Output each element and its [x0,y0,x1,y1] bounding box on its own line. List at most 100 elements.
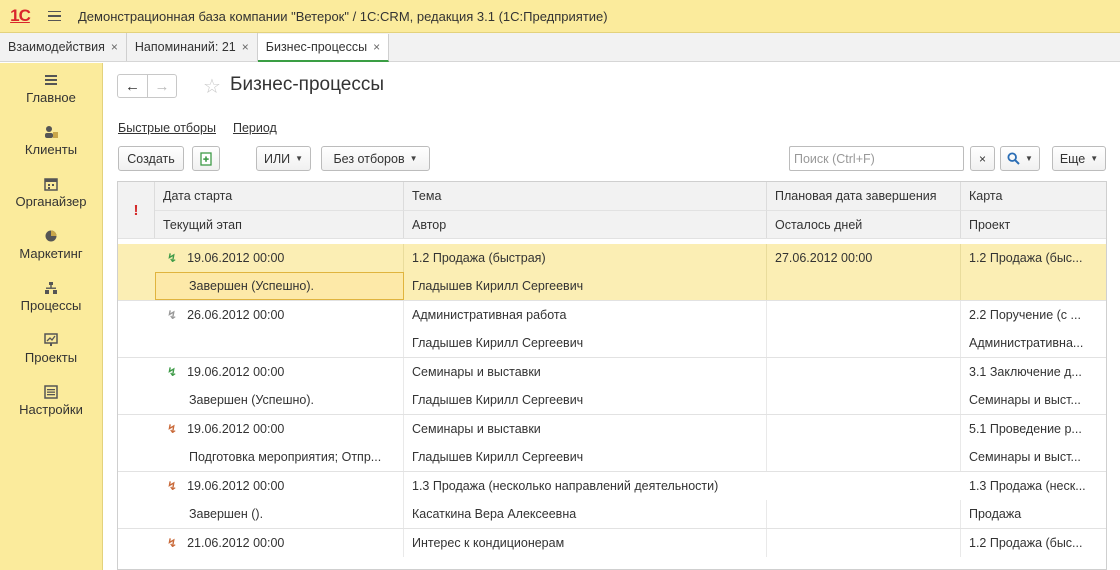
favorite-star-icon[interactable]: ☆ [203,74,221,99]
start-date-value: 19.06.2012 00:00 [187,479,285,493]
author-cell[interactable]: Гладышев Кирилл Сергеевич [404,443,767,471]
stage-cell[interactable]: Подготовка мероприятия; Отпр... [155,443,404,471]
map-cell[interactable]: 2.2 Поручение (с ... [961,301,1106,329]
days-left-cell[interactable] [767,329,961,357]
author-cell[interactable]: Касаткина Вера Алексеевна [404,500,767,528]
map-header[interactable]: Карта [961,182,1106,210]
table-row[interactable]: ↯ 19.06.2012 00:00 Семинары и выставки 5.… [118,415,1106,472]
business-process-icon: ↯ [167,479,178,493]
topic-cell[interactable]: 1.3 Продажа (несколько направлений деяте… [404,472,961,500]
author-header[interactable]: Автор [404,210,767,238]
author-cell[interactable]: Гладышев Кирилл Сергеевич [404,329,767,357]
business-process-icon: ↯ [167,536,178,550]
tab-label: Взаимодействия [8,40,105,54]
dropdown-caret-icon: ▼ [1090,154,1099,163]
clear-search-button[interactable]: × [970,146,995,171]
start-date-header[interactable]: Дата старта [155,182,404,210]
stage-cell[interactable]: Завершен (Успешно). [155,272,404,300]
period-link[interactable]: Период [233,121,277,135]
sidebar-item-main[interactable]: Главное [0,69,102,121]
or-filter-button[interactable]: ИЛИ ▼ [256,146,311,171]
topic-cell[interactable]: Семинары и выставки [404,415,767,443]
create-by-copy-button[interactable] [192,146,220,171]
planned-end-cell[interactable] [767,358,961,386]
tab-business-processes[interactable]: Бизнес-процессы × [257,34,390,62]
author-cell[interactable]: Гладышев Кирилл Сергеевич [404,272,767,300]
planned-end-cell[interactable] [767,301,961,329]
map-cell[interactable]: 1.3 Продажа (неск... [961,472,1106,500]
sidebar-item-settings[interactable]: Настройки [0,381,102,433]
start-date-cell[interactable]: ↯ 19.06.2012 00:00 [155,358,404,386]
start-date-cell[interactable]: ↯ 19.06.2012 00:00 [155,244,404,272]
map-cell[interactable]: 1.2 Продажа (быс... [961,244,1106,272]
table-row[interactable]: ↯ 26.06.2012 00:00 Административная работ… [118,301,1106,358]
start-date-cell[interactable]: ↯ 21.06.2012 00:00 [155,529,404,557]
planned-end-cell[interactable] [767,415,961,443]
table-row[interactable]: ↯ 19.06.2012 00:00 1.2 Продажа (быстрая) … [118,244,1106,301]
planned-end-cell[interactable] [767,529,961,557]
project-header[interactable]: Проект [961,210,1106,238]
tab-reminders[interactable]: Напоминаний: 21 × [127,33,258,61]
map-cell[interactable]: 3.1 Заключение д... [961,358,1106,386]
table-row[interactable]: ↯ 19.06.2012 00:00 Семинары и выставки 3.… [118,358,1106,415]
map-cell[interactable]: 5.1 Проведение р... [961,415,1106,443]
sidebar-item-label: Проекты [24,350,78,365]
create-button[interactable]: Создать [118,146,184,171]
start-date-cell[interactable]: ↯ 19.06.2012 00:00 [155,472,404,500]
search-input[interactable]: Поиск (Ctrl+F) [789,146,964,171]
start-date-cell[interactable]: ↯ 19.06.2012 00:00 [155,415,404,443]
sidebar-item-marketing[interactable]: Маркетинг [0,225,102,277]
tab-interactions[interactable]: Взаимодействия × [0,33,127,61]
close-icon[interactable]: × [373,40,380,54]
forward-arrow-icon[interactable]: → [147,75,176,97]
days-left-cell[interactable] [767,272,961,300]
search-button[interactable]: ▼ [1000,146,1040,171]
quick-filters-link[interactable]: Быстрые отборы [118,121,216,135]
stage-cell[interactable]: Завершен (). [155,500,404,528]
business-processes-table[interactable]: ! Дата старта Тема Плановая дата заверше… [117,181,1107,570]
more-button[interactable]: Еще ▼ [1052,146,1106,171]
table-row[interactable]: ↯ 21.06.2012 00:00 Интерес к кондиционера… [118,529,1106,569]
sidebar-item-label: Органайзер [15,194,87,209]
stage-cell[interactable] [155,329,404,357]
or-button-label: ИЛИ [263,151,291,166]
days-left-cell[interactable] [767,386,961,414]
main-menu-icon[interactable] [48,10,74,22]
map-cell[interactable]: 1.2 Продажа (быс... [961,529,1106,557]
planned-end-header[interactable]: Плановая дата завершения [767,182,961,210]
sidebar-item-label: Настройки [19,402,83,417]
project-cell[interactable]: Продажа [961,500,1106,528]
filters-bar: Быстрые отборы Период [118,121,277,135]
close-icon[interactable]: × [242,40,249,54]
dropdown-caret-icon: ▼ [409,154,418,163]
days-left-header[interactable]: Осталось дней [767,210,961,238]
days-left-cell[interactable] [767,500,961,528]
back-arrow-icon[interactable]: ← [118,75,147,97]
topic-cell[interactable]: Административная работа [404,301,767,329]
start-date-cell[interactable]: ↯ 26.06.2012 00:00 [155,301,404,329]
author-cell[interactable]: Гладышев Кирилл Сергеевич [404,386,767,414]
project-cell[interactable]: Семинары и выст... [961,443,1106,471]
project-cell[interactable]: Административна... [961,329,1106,357]
sidebar-item-clients[interactable]: Клиенты [0,121,102,173]
importance-header[interactable]: ! [118,182,155,238]
topic-cell[interactable]: 1.2 Продажа (быстрая) [404,244,767,272]
sidebar-item-projects[interactable]: Проекты [0,329,102,381]
topic-cell[interactable]: Интерес к кондиционерам [404,529,767,557]
days-left-cell[interactable] [767,443,961,471]
1c-logo[interactable]: 1С [0,0,40,33]
topic-cell[interactable]: Семинары и выставки [404,358,767,386]
stage-cell[interactable]: Завершен (Успешно). [155,386,404,414]
planned-end-cell[interactable]: 27.06.2012 00:00 [767,244,961,272]
tab-label: Напоминаний: 21 [134,40,236,54]
table-row[interactable]: ↯ 19.06.2012 00:00 1.3 Продажа (несколько… [118,472,1106,529]
open-tabs-bar: Взаимодействия × Напоминаний: 21 × Бизне… [0,33,1120,62]
sidebar-item-processes[interactable]: Процессы [0,277,102,329]
no-filters-button[interactable]: Без отборов ▼ [321,146,430,171]
project-cell[interactable] [961,272,1106,300]
sidebar-item-organizer[interactable]: Органайзер [0,173,102,225]
project-cell[interactable]: Семинары и выст... [961,386,1106,414]
topic-header[interactable]: Тема [404,182,767,210]
current-stage-header[interactable]: Текущий этап [155,210,404,238]
close-icon[interactable]: × [111,40,118,54]
